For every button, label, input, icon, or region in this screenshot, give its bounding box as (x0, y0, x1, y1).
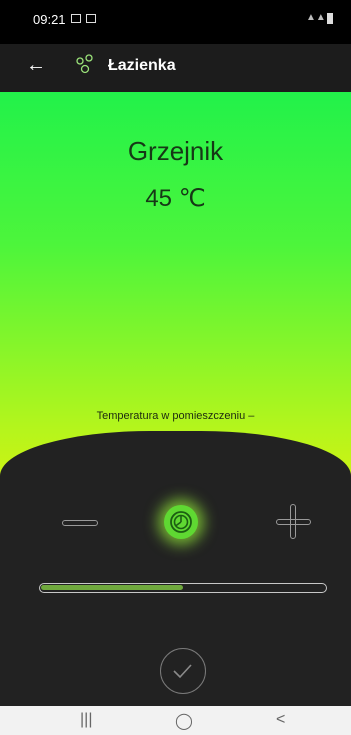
setpoint-temperature: 45 ℃ (145, 185, 206, 212)
minus-icon[interactable] (62, 520, 98, 526)
back-arrow-icon[interactable]: ← (26, 54, 46, 77)
battery-icon (327, 13, 333, 24)
plus-icon-vertical[interactable] (290, 504, 296, 539)
room-temperature-label: Temperatura w pomieszczeniu – (96, 410, 255, 422)
back-button[interactable]: < (276, 711, 285, 729)
status-bar: 09:21 ▲▲ (0, 0, 351, 44)
slider-fill (41, 585, 183, 590)
recents-button[interactable]: ||| (80, 711, 92, 729)
room-icon (74, 53, 96, 77)
mode-icon[interactable] (164, 505, 198, 539)
home-button[interactable]: ◯ (175, 711, 193, 731)
app-notification-icon (86, 14, 96, 23)
gallery-notification-icon (71, 14, 81, 23)
confirm-icon[interactable] (160, 648, 206, 694)
signal-icon: ▲▲ (306, 12, 326, 23)
temperature-slider[interactable] (39, 583, 327, 593)
device-view: Grzejnik 45 ℃ Temperatura w pomieszczeni… (0, 92, 351, 706)
app-bar: ← Łazienka (0, 44, 351, 92)
device-name: Grzejnik (127, 136, 224, 166)
system-nav-bar: ||| ◯ < (0, 706, 351, 735)
status-time: 09:21 (33, 12, 66, 27)
page-title: Łazienka (108, 57, 176, 74)
